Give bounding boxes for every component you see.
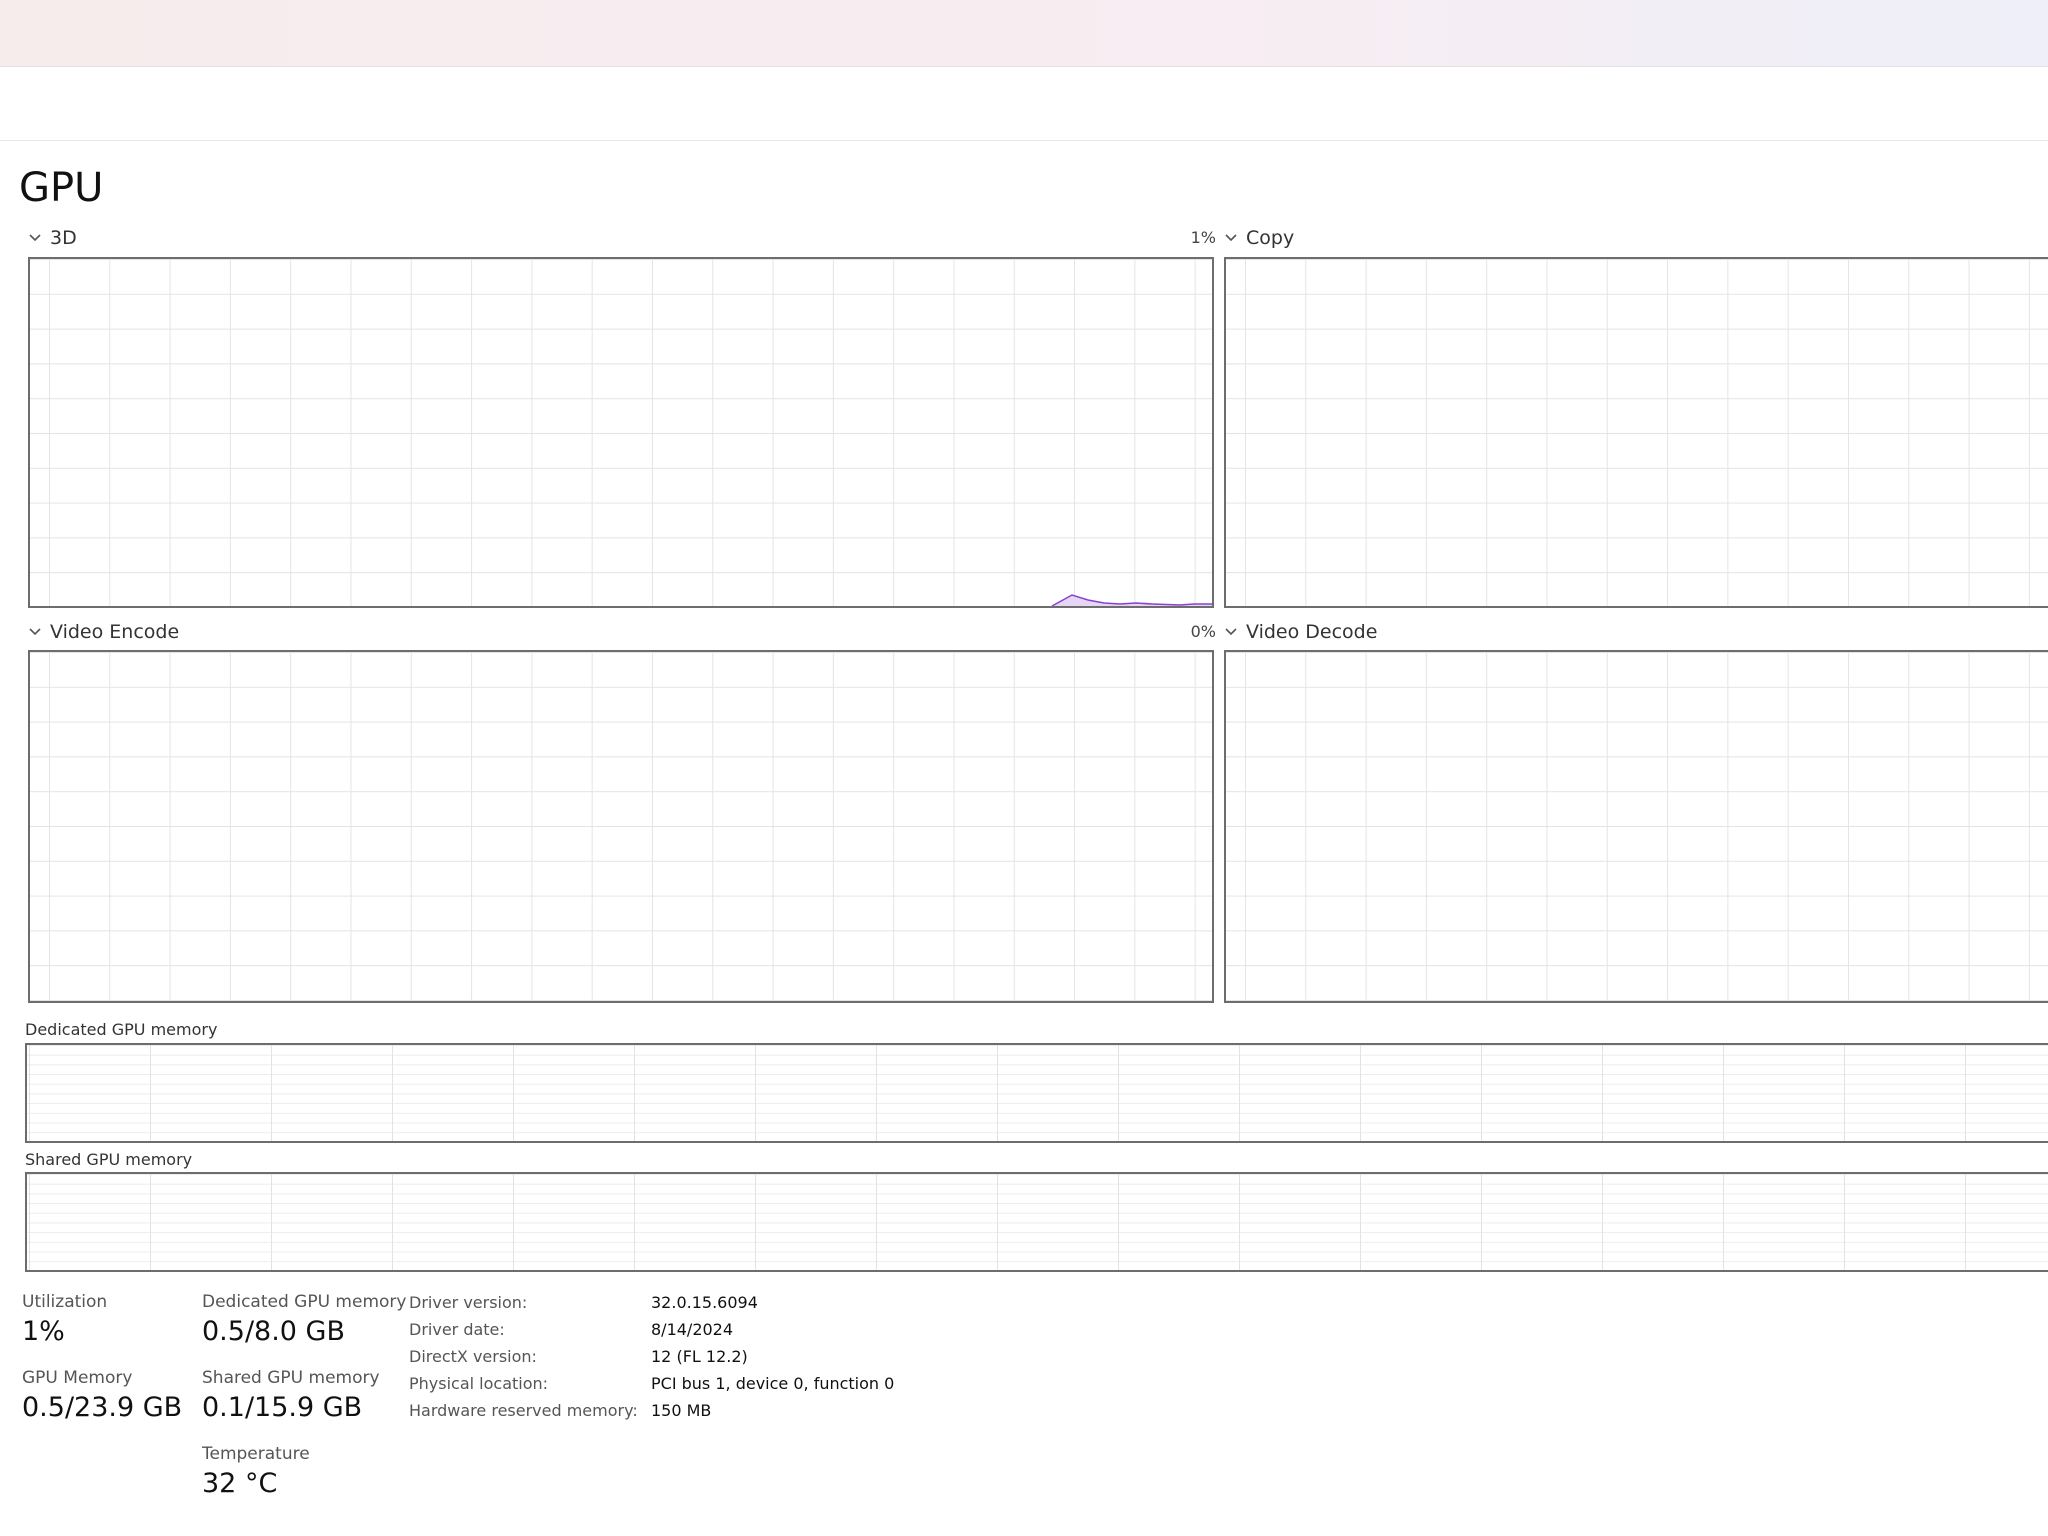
stat-temperature: Temperature 32 °C — [202, 1443, 310, 1503]
property-row: DirectX version: 12 (FL 12.2) — [409, 1343, 894, 1370]
property-row: Hardware reserved memory: 150 MB — [409, 1397, 894, 1424]
chevron-down-icon — [1225, 234, 1237, 242]
engine-percent: 0% — [1190, 622, 1216, 641]
stat-value: 0.1/15.9 GB — [202, 1392, 363, 1423]
stat-label: Shared GPU memory — [202, 1368, 380, 1388]
engine-label: 3D — [50, 227, 77, 249]
shared-memory-label: Shared GPU memory — [25, 1150, 193, 1169]
engine-selector-3d[interactable]: 3D — [28, 225, 77, 251]
property-value: 32.0.15.6094 — [651, 1293, 758, 1312]
stat-shared-memory: Shared GPU memory 0.1/15.9 GB — [202, 1367, 380, 1427]
engine-selector-video-encode[interactable]: Video Encode — [28, 619, 179, 645]
property-row: Driver date: 8/14/2024 — [409, 1316, 894, 1343]
property-key: Driver version: — [409, 1293, 528, 1312]
stat-dedicated-memory: Dedicated GPU memory 0.5/8.0 GB — [202, 1291, 406, 1351]
property-value: 12 (FL 12.2) — [651, 1347, 748, 1366]
stat-value: 1% — [22, 1316, 65, 1347]
property-value: PCI bus 1, device 0, function 0 — [651, 1374, 895, 1393]
property-value: 150 MB — [651, 1401, 712, 1420]
toolbar — [0, 67, 2048, 141]
dedicated-memory-label: Dedicated GPU memory — [25, 1020, 218, 1039]
engine-percent: 1% — [1190, 228, 1216, 247]
engine-selector-copy[interactable]: Copy — [1224, 225, 1294, 251]
title-bar — [0, 0, 2048, 67]
property-row: Driver version: 32.0.15.6094 — [409, 1289, 894, 1316]
stat-label: Dedicated GPU memory — [202, 1292, 407, 1312]
stat-gpu-memory: GPU Memory 0.5/23.9 GB — [22, 1367, 182, 1427]
property-row: Physical location: PCI bus 1, device 0, … — [409, 1370, 894, 1397]
stat-value: 0.5/23.9 GB — [22, 1392, 183, 1423]
stat-utilization: Utilization 1% — [22, 1291, 107, 1351]
engine-selector-video-decode[interactable]: Video Decode — [1224, 619, 1377, 645]
chevron-down-icon — [29, 234, 41, 242]
chevron-down-icon — [29, 628, 41, 636]
stat-value: 32 °C — [202, 1468, 278, 1499]
shared-memory-graph — [25, 1172, 2048, 1272]
page-title: GPU — [19, 165, 104, 211]
property-value: 8/14/2024 — [651, 1320, 734, 1339]
engine-label: Video Encode — [50, 621, 180, 643]
property-key: Hardware reserved memory: — [409, 1401, 638, 1420]
chevron-down-icon — [1225, 628, 1237, 636]
stat-value: 0.5/8.0 GB — [202, 1316, 346, 1347]
usage-line — [1051, 594, 1212, 606]
gpu-properties: Driver version: 32.0.15.6094 Driver date… — [409, 1289, 894, 1424]
stat-label: GPU Memory — [22, 1368, 133, 1388]
engine-label: Copy — [1246, 227, 1295, 249]
graph-copy — [1224, 257, 2048, 608]
dedicated-memory-graph — [25, 1043, 2048, 1143]
graph-3d — [28, 257, 1214, 608]
graph-video-encode — [28, 650, 1214, 1003]
property-key: Driver date: — [409, 1320, 505, 1339]
engine-label: Video Decode — [1246, 621, 1378, 643]
graph-video-decode — [1224, 650, 2048, 1003]
stat-label: Temperature — [202, 1444, 310, 1464]
property-key: Physical location: — [409, 1374, 549, 1393]
stat-label: Utilization — [22, 1292, 108, 1312]
property-key: DirectX version: — [409, 1347, 537, 1366]
